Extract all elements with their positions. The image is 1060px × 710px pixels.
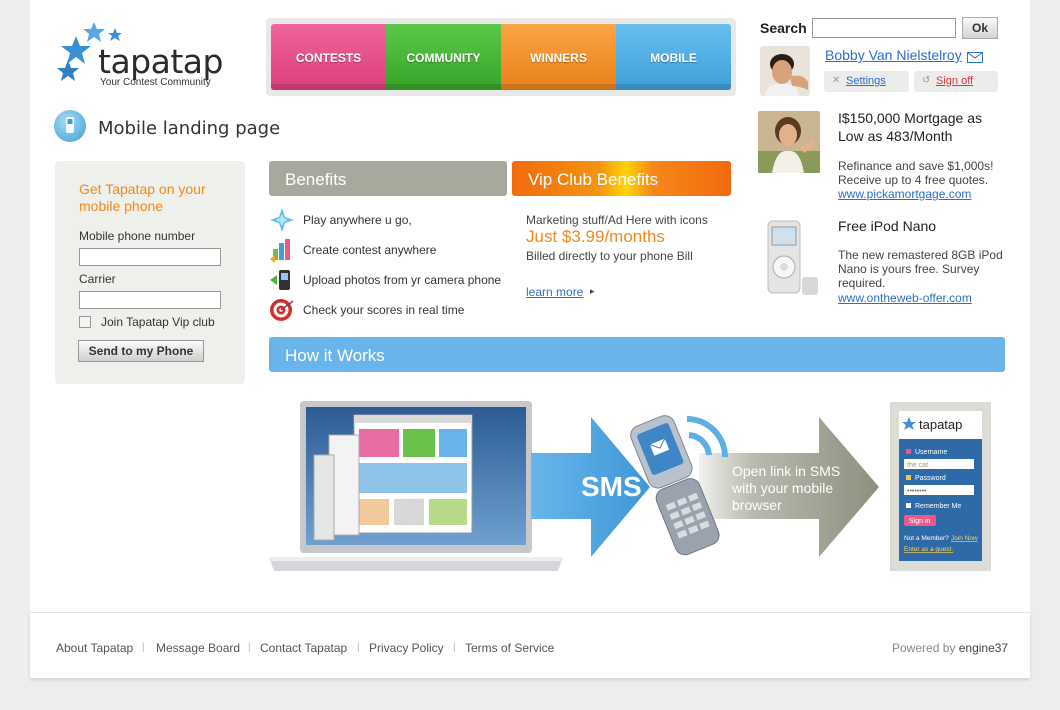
mortgage-ad-image[interactable]	[758, 111, 820, 173]
learn-more-link[interactable]: learn more	[526, 285, 583, 299]
powered-by-prefix: Powered by	[892, 641, 956, 655]
footer-link-contact[interactable]: Contact Tapatap	[260, 641, 347, 655]
footer-link-terms[interactable]: Terms of Service	[465, 641, 554, 655]
footer-link-about[interactable]: About Tapatap	[56, 641, 133, 655]
settings-link[interactable]: ✕ Settings	[824, 71, 909, 92]
target-icon	[270, 299, 294, 321]
mobile-brand: tapatap	[919, 417, 962, 432]
benefit-text: Check your scores in real time	[303, 303, 465, 317]
carrier-label: Carrier	[79, 272, 116, 286]
nav-contests[interactable]: CONTESTS	[271, 24, 386, 90]
signoff-icon: ↺	[922, 75, 931, 86]
vip-billing: Billed directly to your phone Bill	[526, 249, 693, 263]
mobile-username-label: Username	[915, 449, 947, 456]
vip-checkbox-label: Join Tapatap Vip club	[101, 315, 215, 329]
vip-header: Vip Club Benefits	[512, 161, 731, 196]
footer-separator: |	[453, 642, 456, 653]
ad-title[interactable]: Free iPod Nano	[838, 217, 1008, 235]
mobile-phone-icon	[54, 110, 86, 142]
ad-link[interactable]: www.pickamortgage.com	[838, 187, 971, 201]
settings-label: Settings	[846, 75, 886, 87]
footer: About Tapatap | Message Board | Contact …	[30, 612, 1030, 678]
footer-separator: |	[357, 642, 360, 653]
powered-by[interactable]: Powered by engine37	[892, 641, 1008, 655]
footer-link-privacy[interactable]: Privacy Policy	[369, 641, 444, 655]
vip-price: Just $3.99/months	[526, 227, 665, 246]
mobile-join-link: Join Now	[951, 535, 978, 542]
mobile-signin-label: Sign in	[909, 518, 931, 525]
logo-wordmark: tapatap	[98, 42, 223, 81]
benefit-text: Upload photos from yr camera phone	[303, 273, 502, 287]
mobile-signup-form: Get Tapatap on your mobile phone Mobile …	[55, 161, 245, 384]
mobile-remember-label: Remember Me	[915, 503, 961, 510]
main-nav: CONTESTS COMMUNITY WINNERS MOBILE	[266, 18, 736, 96]
page-title: Mobile landing page	[98, 118, 281, 139]
benefit-item: Play anywhere u go,	[269, 207, 509, 233]
mobile-not-member: Not a Member?	[904, 535, 949, 542]
vip-description: Marketing stuff/Ad Here with icons	[526, 213, 708, 227]
ad-text: Refinance and save $1,000s! Receive up t…	[838, 159, 994, 187]
benefit-item: Check your scores in real time	[269, 297, 509, 323]
send-to-phone-button[interactable]: Send to my Phone	[78, 340, 204, 362]
bar-chart-icon	[270, 239, 290, 263]
search-label: Search	[760, 20, 807, 36]
benefit-item: Create contest anywhere	[269, 237, 509, 263]
powered-by-brand: engine37	[958, 641, 1009, 655]
sms-label: SMS	[581, 471, 642, 502]
arrow-right-icon: ▸	[590, 286, 595, 296]
mail-icon[interactable]	[967, 52, 983, 63]
footer-separator: |	[248, 642, 251, 653]
user-name-link[interactable]: Bobby Van Nielstelroy	[825, 47, 962, 63]
mobile-password-label: Password	[915, 475, 946, 482]
signoff-label: Sign off	[936, 75, 974, 87]
mobile-login-screen: tapatap Username the cat Password ••••••…	[890, 402, 991, 571]
signal-icon	[686, 416, 728, 458]
benefits-header: Benefits	[269, 161, 507, 196]
sparkle-arrows-icon	[270, 208, 294, 232]
ad-title[interactable]: I$150,000 Mortgage as Low as 483/Month	[838, 109, 1008, 145]
signoff-link[interactable]: ↺ Sign off	[914, 71, 998, 92]
nav-winners[interactable]: WINNERS	[501, 24, 616, 90]
phone-input[interactable]	[79, 248, 221, 266]
mobile-guest-link: Enter as a guest.	[904, 546, 953, 553]
camera-phone-icon	[270, 270, 290, 290]
ipod-ad-image[interactable]	[758, 217, 820, 299]
benefit-text: Play anywhere u go,	[303, 213, 412, 227]
ad-text: The new remastered 8GB iPod Nano is your…	[838, 248, 1003, 290]
nav-community[interactable]: COMMUNITY	[386, 24, 501, 90]
footer-separator: |	[142, 642, 145, 653]
search-input[interactable]	[812, 18, 956, 38]
form-title: Get Tapatap on your mobile phone	[79, 181, 206, 214]
mobile-password-value: ••••••••	[907, 488, 927, 495]
search-button[interactable]: Ok	[962, 17, 998, 39]
footer-link-message-board[interactable]: Message Board	[156, 641, 240, 655]
how-it-works-diagram: SMS Open link in SMS with your mobile br…	[269, 401, 991, 571]
benefit-item: Upload photos from yr camera phone	[269, 267, 509, 293]
logo[interactable]: tapatap Your Contest Community	[54, 22, 234, 92]
benefit-text: Create contest anywhere	[303, 243, 437, 257]
how-it-works-header: How it Works	[269, 337, 1005, 372]
nav-mobile[interactable]: MOBILE	[616, 24, 731, 90]
avatar[interactable]	[760, 46, 810, 96]
laptop-icon	[269, 401, 563, 571]
vip-checkbox[interactable]	[79, 316, 91, 328]
carrier-input[interactable]	[79, 291, 221, 309]
logo-tagline: Your Contest Community	[100, 77, 211, 88]
settings-icon: ✕	[832, 75, 841, 86]
mobile-username-value: the cat	[907, 462, 928, 469]
ad-link[interactable]: www.ontheweb-offer.com	[838, 291, 972, 305]
phone-label: Mobile phone number	[79, 229, 196, 243]
